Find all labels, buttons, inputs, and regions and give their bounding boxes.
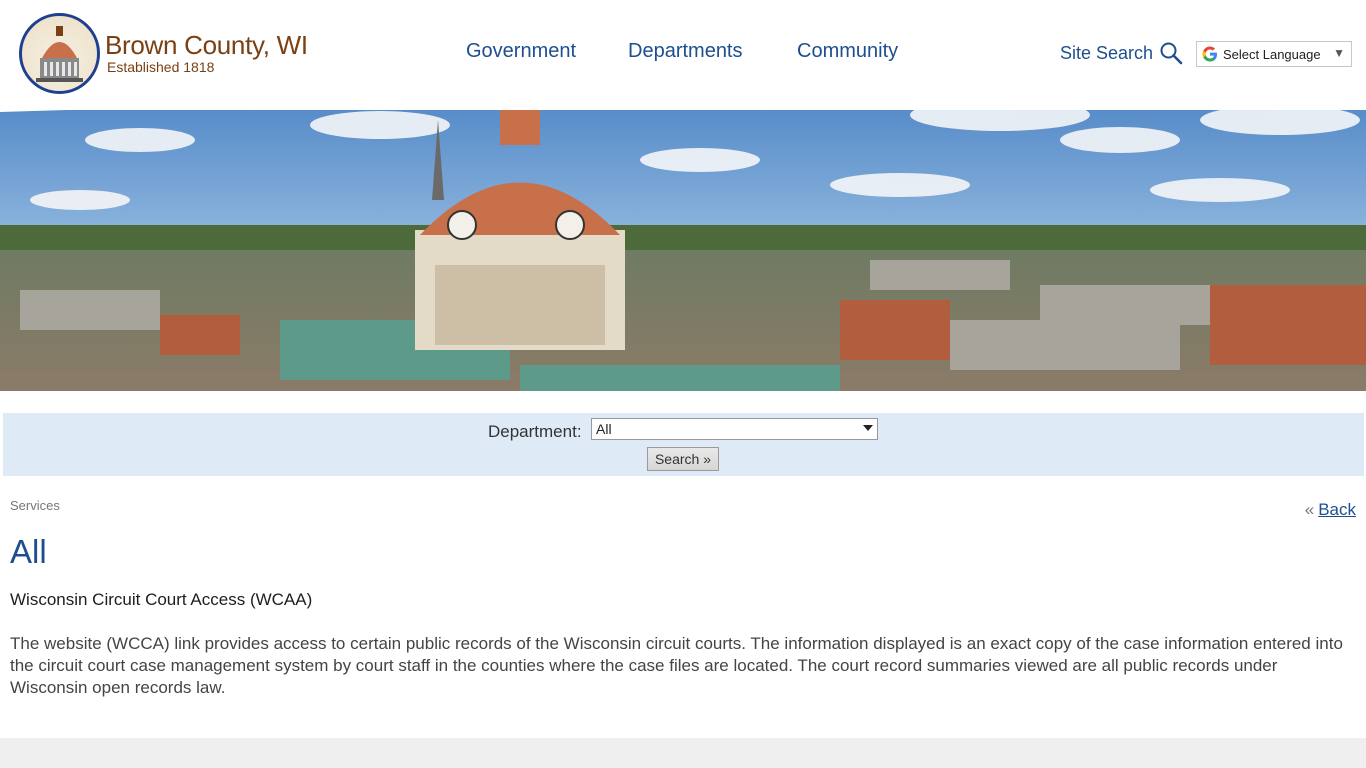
- google-g-icon: [1201, 45, 1219, 63]
- language-label: Select Language: [1223, 46, 1321, 62]
- site-search-link[interactable]: Site Search: [1060, 41, 1183, 65]
- nav-departments[interactable]: Departments: [628, 40, 743, 63]
- service-description: The website (WCCA) link provides access …: [10, 634, 1343, 697]
- site-header: Brown County, WI Established 1818 Govern…: [0, 0, 1366, 110]
- dropdown-arrow-icon: ▼: [1333, 46, 1345, 60]
- nav-community[interactable]: Community: [797, 40, 898, 63]
- county-seal-logo[interactable]: [19, 13, 100, 94]
- chevron-down-icon: [863, 425, 873, 431]
- site-name[interactable]: Brown County, WI: [105, 30, 308, 61]
- language-selector[interactable]: Select Language ▼: [1196, 41, 1352, 67]
- back-prefix: «: [1304, 500, 1315, 519]
- search-icon: [1159, 41, 1183, 65]
- site-tagline: Established 1818: [107, 59, 215, 75]
- search-button[interactable]: Search »: [647, 447, 719, 471]
- footer-band: [0, 738, 1366, 768]
- page-title: All: [10, 533, 47, 570]
- department-select-value: All: [596, 421, 612, 437]
- site-search-label: Site Search: [1060, 42, 1154, 63]
- back-link-container: «Back: [1305, 500, 1356, 520]
- breadcrumb: Services: [10, 498, 60, 513]
- hero-banner-image: [0, 90, 1366, 391]
- back-link[interactable]: Back: [1318, 500, 1356, 519]
- nav-government[interactable]: Government: [466, 40, 576, 63]
- department-select[interactable]: All: [591, 418, 878, 440]
- department-label: Department:: [488, 422, 582, 441]
- department-filter-bar: Department: All Search »: [3, 413, 1364, 476]
- service-title[interactable]: Wisconsin Circuit Court Access (WCAA): [10, 590, 312, 610]
